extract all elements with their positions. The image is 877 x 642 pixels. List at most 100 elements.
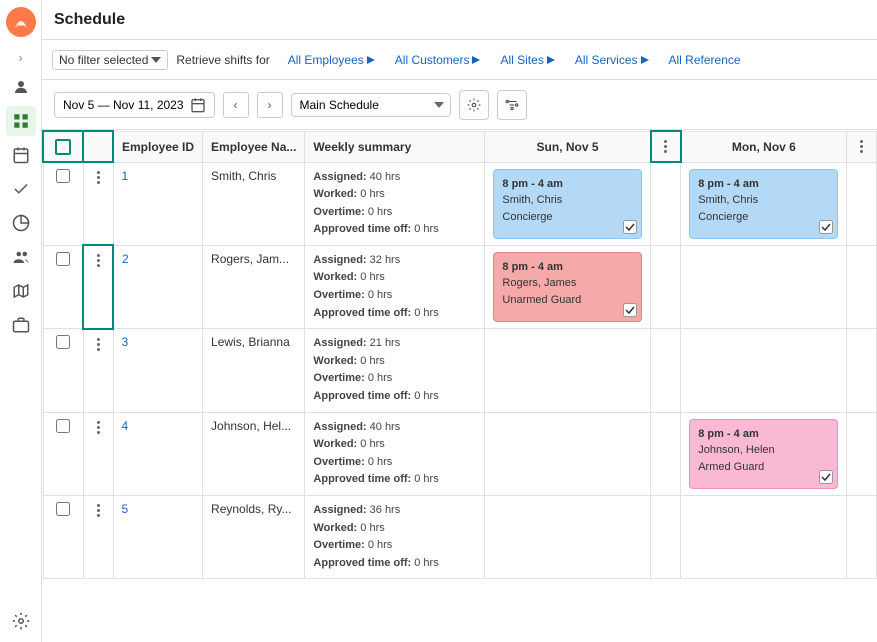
shift-person: Rogers, James: [502, 275, 633, 292]
th-sun-nov5: Sun, Nov 5: [485, 131, 651, 162]
employee-id[interactable]: 5: [122, 502, 129, 516]
th-day-menu[interactable]: [651, 131, 681, 162]
date-range-picker[interactable]: Nov 5 — Nov 11, 2023: [54, 92, 215, 118]
mon-menu-cell: [847, 496, 877, 579]
shift-card-mon[interactable]: 8 pm - 4 am Johnson, Helen Armed Guard: [689, 419, 838, 489]
th-employee-id: Employee ID: [113, 131, 203, 162]
row-actions-cell: [83, 329, 113, 412]
sidebar-icon-settings[interactable]: [6, 606, 36, 636]
table-row: 2Rogers, Jam... Assigned: 32 hrs Worked:…: [43, 245, 877, 328]
employee-id-cell: 2: [113, 245, 203, 328]
mon-cell: 8 pm - 4 am Smith, Chris Concierge: [681, 162, 847, 245]
sun-cell: 8 pm - 4 am Rogers, James Unarmed Guard: [485, 245, 651, 328]
sidebar-icon-chart[interactable]: [6, 208, 36, 238]
prev-week-button[interactable]: ‹: [223, 92, 249, 118]
table-row: 1 Smith, Chris Assigned: 40 hrs Worked: 0…: [43, 162, 877, 245]
row-checkbox[interactable]: [56, 335, 70, 349]
sidebar-icon-calendar[interactable]: [6, 140, 36, 170]
summary-overtime: Overtime: 0 hrs: [313, 370, 476, 388]
table-row: 5Reynolds, Ry... Assigned: 36 hrs Worked…: [43, 496, 877, 579]
sun-cell: [485, 412, 651, 495]
customers-filter[interactable]: All Customers: [389, 51, 487, 69]
employee-name-cell: Lewis, Brianna: [203, 329, 305, 412]
sidebar-icon-map[interactable]: [6, 276, 36, 306]
calendar-icon: [190, 97, 206, 113]
sep-cell: [651, 245, 681, 328]
employee-id[interactable]: 4: [122, 419, 129, 433]
mon-menu-dots[interactable]: [855, 138, 868, 155]
employee-name: Smith, Chris: [211, 169, 276, 183]
retrieve-label: Retrieve shifts for: [176, 53, 269, 67]
sites-filter[interactable]: All Sites: [494, 51, 560, 69]
next-week-button[interactable]: ›: [257, 92, 283, 118]
shift-time: 8 pm - 4 am: [502, 176, 633, 193]
filterbar: No filter selected Retrieve shifts for A…: [42, 40, 877, 80]
shift-card-mon[interactable]: 8 pm - 4 am Smith, Chris Concierge: [689, 169, 838, 239]
sidebar-icon-briefcase[interactable]: [6, 310, 36, 340]
row-checkbox[interactable]: [56, 252, 70, 266]
th-employee-name: Employee Na...: [203, 131, 305, 162]
day-menu-dots[interactable]: [660, 138, 672, 155]
sidebar-icon-people[interactable]: [6, 242, 36, 272]
th-actions: [83, 131, 113, 162]
reference-filter[interactable]: All Reference: [663, 51, 747, 69]
summary-overtime: Overtime: 0 hrs: [313, 537, 476, 555]
employees-filter[interactable]: All Employees: [282, 51, 381, 69]
row-checkbox[interactable]: [56, 502, 70, 516]
summary-worked: Worked: 0 hrs: [313, 353, 476, 371]
gear-icon: [467, 98, 481, 112]
row-actions-cell: [83, 496, 113, 579]
th-weekly-summary: Weekly summary: [305, 131, 485, 162]
summary-overtime: Overtime: 0 hrs: [313, 454, 476, 472]
summary-assigned: Assigned: 40 hrs: [313, 169, 476, 187]
employee-id[interactable]: 2: [122, 252, 129, 266]
row-menu-dots[interactable]: [92, 336, 105, 353]
th-mon-menu[interactable]: [847, 131, 877, 162]
employee-name-cell: Johnson, Hel...: [203, 412, 305, 495]
header-checkbox[interactable]: [55, 139, 71, 155]
th-checkbox[interactable]: [43, 131, 83, 162]
summary-overtime: Overtime: 0 hrs: [313, 287, 476, 305]
employee-id[interactable]: 3: [122, 335, 129, 349]
sidebar-toggle[interactable]: ›: [11, 48, 31, 68]
sidebar-icon-grid[interactable]: [6, 106, 36, 136]
employee-name: Lewis, Brianna: [211, 335, 290, 349]
sun-cell: 8 pm - 4 am Smith, Chris Concierge: [485, 162, 651, 245]
employee-name-cell: Rogers, Jam...: [203, 245, 305, 328]
settings-icon-btn[interactable]: [459, 90, 489, 120]
employee-id[interactable]: 1: [122, 169, 129, 183]
services-filter[interactable]: All Services: [569, 51, 655, 69]
shift-person: Johnson, Helen: [698, 442, 829, 459]
summary-assigned: Assigned: 21 hrs: [313, 335, 476, 353]
filter-icon-btn[interactable]: [497, 90, 527, 120]
no-filter-dropdown[interactable]: No filter selected: [52, 50, 168, 70]
row-menu-dots[interactable]: [92, 252, 104, 269]
row-checkbox-cell: [43, 245, 83, 328]
topbar: Schedule: [42, 0, 877, 40]
row-menu-dots[interactable]: [92, 419, 105, 436]
employee-id-cell: 1: [113, 162, 203, 245]
summary-time-off: Approved time off: 0 hrs: [313, 471, 476, 489]
schedule-select[interactable]: Main Schedule: [291, 93, 451, 117]
row-menu-dots[interactable]: [92, 169, 105, 186]
shift-check-icon: [819, 470, 833, 484]
weekly-summary-cell: Assigned: 40 hrs Worked: 0 hrs Overtime:…: [305, 162, 485, 245]
shift-card-sun[interactable]: 8 pm - 4 am Smith, Chris Concierge: [493, 169, 642, 239]
shift-time: 8 pm - 4 am: [502, 259, 633, 276]
employee-name-cell: Smith, Chris: [203, 162, 305, 245]
sidebar-icon-check[interactable]: [6, 174, 36, 204]
mon-cell: [681, 496, 847, 579]
schedule-table-wrap: Employee ID Employee Na... Weekly summar…: [42, 130, 877, 642]
row-checkbox-cell: [43, 162, 83, 245]
row-checkbox-cell: [43, 329, 83, 412]
employee-id-cell: 4: [113, 412, 203, 495]
app-logo[interactable]: [5, 6, 37, 38]
row-checkbox[interactable]: [56, 169, 70, 183]
sidebar-icon-person[interactable]: [6, 72, 36, 102]
mon-cell: 8 pm - 4 am Johnson, Helen Armed Guard: [681, 412, 847, 495]
row-menu-dots[interactable]: [92, 502, 105, 519]
shift-card-sun[interactable]: 8 pm - 4 am Rogers, James Unarmed Guard: [493, 252, 642, 322]
main-content: Schedule No filter selected Retrieve shi…: [42, 0, 877, 642]
row-checkbox[interactable]: [56, 419, 70, 433]
toolbar: Nov 5 — Nov 11, 2023 ‹ › Main Schedule: [42, 80, 877, 130]
